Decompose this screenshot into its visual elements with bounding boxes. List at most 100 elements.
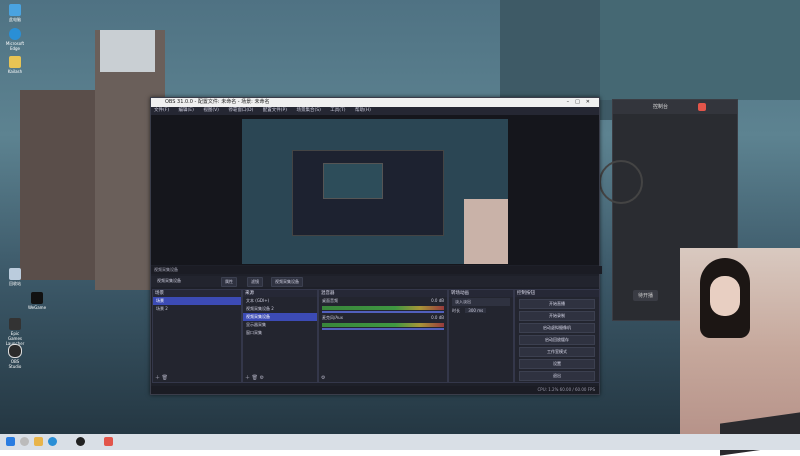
transitions-dock-title: 转场动画 <box>449 290 513 297</box>
source-item[interactable]: 文本 (GDI+) <box>243 297 317 305</box>
duration-input[interactable]: 300 ms <box>465 308 487 313</box>
menu-docks[interactable]: 停靠窗口(D) <box>228 108 253 113</box>
desktop-icon-obs[interactable]: OBS Studio <box>4 344 26 369</box>
webcam-person-face <box>710 276 740 316</box>
desktop-icon-epic[interactable]: Epic Games Launcher <box>4 318 26 346</box>
gear-icon[interactable]: ⚙ <box>260 375 264 381</box>
duration-row: 时长 300 ms <box>449 307 513 315</box>
epic-icon <box>9 318 21 330</box>
app-icon[interactable] <box>104 437 113 446</box>
wallpaper-sign <box>100 30 155 72</box>
window-title: OBS 31.0.0 - 配置文件: 未命名 - 场景: 未命名 <box>165 99 270 105</box>
folder-icon <box>9 56 21 68</box>
wallpaper-building <box>600 0 800 100</box>
remove-source-icon[interactable]: 🗑 <box>252 375 258 381</box>
remove-scene-icon[interactable]: 🗑 <box>162 375 168 381</box>
exit-button[interactable]: 退出 <box>519 371 595 381</box>
desktop-icon-computer[interactable]: 此电脑 <box>4 4 26 23</box>
start-icon[interactable] <box>6 437 15 446</box>
source-item[interactable]: 视频采集设备 2 <box>243 305 317 313</box>
window-controls[interactable]: –□✕ <box>567 98 596 107</box>
scenes-dock-footer: ＋ 🗑 <box>153 374 243 382</box>
volume-meter <box>322 323 444 327</box>
menu-scene-collection[interactable]: 场景集合(S) <box>296 108 320 113</box>
channel-label: 麦克风/Aux <box>322 315 343 320</box>
menu-file[interactable]: 文件(F) <box>154 108 169 113</box>
properties-button[interactable]: 属性 <box>221 277 237 287</box>
app2-button[interactable] <box>698 103 707 111</box>
edge-icon <box>9 28 21 40</box>
channel-db: 0.0 dB <box>431 298 444 303</box>
desktop-icon-recycle-bin[interactable]: 回收站 <box>4 268 26 287</box>
studio-mode-button[interactable]: 工作室模式 <box>519 347 595 357</box>
maximize-icon[interactable]: □ <box>575 99 586 105</box>
wallpaper-building <box>20 90 95 280</box>
replay-buffer-button[interactable]: 启动回放缓存 <box>519 335 595 345</box>
mixer-settings-icon[interactable]: ⚙ <box>321 375 325 381</box>
virtual-camera-button[interactable]: 启动虚拟摄像机 <box>519 323 595 333</box>
controls-dock-title: 控制按钮 <box>515 290 599 297</box>
mixer-dock-footer: ⚙ <box>319 374 449 382</box>
start-recording-button[interactable]: 开始录制 <box>519 311 595 321</box>
device-button[interactable]: 视频采集设备 <box>271 277 303 287</box>
webcam-overlay <box>680 248 800 456</box>
obs-icon[interactable] <box>76 437 85 446</box>
desktop-icon-edge[interactable]: Microsoft Edge <box>4 28 26 51</box>
minimize-icon[interactable]: – <box>567 99 576 105</box>
source-item[interactable]: 窗口采集 <box>243 329 317 337</box>
nested-obs-preview <box>292 150 444 236</box>
volume-slider[interactable] <box>322 311 444 313</box>
mixer-channel-name: 桌面音频 0.0 dB <box>319 297 447 305</box>
volume-slider[interactable] <box>322 328 444 330</box>
start-streaming-button[interactable]: 开始直播 <box>519 299 595 309</box>
duration-label: 时长 <box>452 308 460 313</box>
file-explorer-icon[interactable] <box>34 437 43 446</box>
settings-button[interactable]: 设置 <box>519 359 595 369</box>
channel-label: 桌面音频 <box>322 298 338 303</box>
wegame-icon <box>31 292 43 304</box>
status-text: CPU: 1.2% 60.00 / 60.00 FPS <box>537 387 595 392</box>
scene-item[interactable]: 场景 2 <box>153 305 241 313</box>
source-item[interactable]: 视频采集设备 <box>243 313 317 321</box>
current-source-label: 视频采集设备 <box>157 278 181 283</box>
obs-titlebar[interactable]: OBS 31.0.0 - 配置文件: 未命名 - 场景: 未命名 –□✕ <box>151 98 599 107</box>
scene-item[interactable]: 场景 <box>153 297 241 305</box>
scenes-dock-title: 场景 <box>153 290 241 297</box>
sources-dock-footer: ＋ 🗑 ⚙ <box>243 374 319 382</box>
sources-dock: 来源 文本 (GDI+) 视频采集设备 2 视频采集设备 显示器采集 窗口采集 … <box>242 289 318 383</box>
close-icon[interactable]: ✕ <box>586 99 596 105</box>
facecam-source[interactable] <box>464 199 508 264</box>
edge-icon[interactable] <box>48 437 57 446</box>
filters-button[interactable]: 滤镜 <box>247 277 263 287</box>
menu-edit[interactable]: 编辑(E) <box>179 108 194 113</box>
mixer-channel-name: 麦克风/Aux 0.0 dB <box>319 314 447 322</box>
preview-canvas[interactable] <box>242 119 508 264</box>
recycle-bin-icon <box>9 268 21 280</box>
channel-db: 0.0 dB <box>431 315 444 320</box>
mixer-dock-title: 混音器 <box>319 290 447 297</box>
menu-view[interactable]: 视图(V) <box>203 108 219 113</box>
selected-source-label: 视频采集设备 <box>154 267 178 272</box>
computer-icon <box>9 4 21 16</box>
volume-meter <box>322 306 444 310</box>
search-icon[interactable] <box>20 437 29 446</box>
scene-transitions-dock: 转场动画 淡入淡出 时长 300 ms <box>448 289 514 383</box>
add-source-icon[interactable]: ＋ <box>245 375 250 381</box>
menu-bar: 文件(F) 编辑(E) 视图(V) 停靠窗口(D) 配置文件(P) 场景集合(S… <box>151 107 599 115</box>
menu-tools[interactable]: 工具(T) <box>330 108 345 113</box>
transition-select[interactable]: 淡入淡出 <box>452 298 510 306</box>
app2-ring <box>599 160 643 204</box>
menu-profile[interactable]: 配置文件(P) <box>263 108 287 113</box>
source-info-bar: 视频采集设备 <box>151 266 602 274</box>
obs-window[interactable]: OBS 31.0.0 - 配置文件: 未命名 - 场景: 未命名 –□✕ 文件(… <box>150 97 602 395</box>
app2-hint: 待开播 <box>633 290 659 301</box>
taskbar <box>0 434 800 450</box>
app2-header: 控制台 <box>613 100 737 114</box>
add-scene-icon[interactable]: ＋ <box>155 375 160 381</box>
app2-tab[interactable]: 控制台 <box>653 104 668 110</box>
preview-area[interactable] <box>151 115 599 265</box>
menu-help[interactable]: 帮助(H) <box>355 108 371 113</box>
source-item[interactable]: 显示器采集 <box>243 321 317 329</box>
desktop-icon-wegame[interactable]: WeGame <box>26 292 48 310</box>
desktop-icon-folder[interactable]: Kailash <box>4 56 26 74</box>
